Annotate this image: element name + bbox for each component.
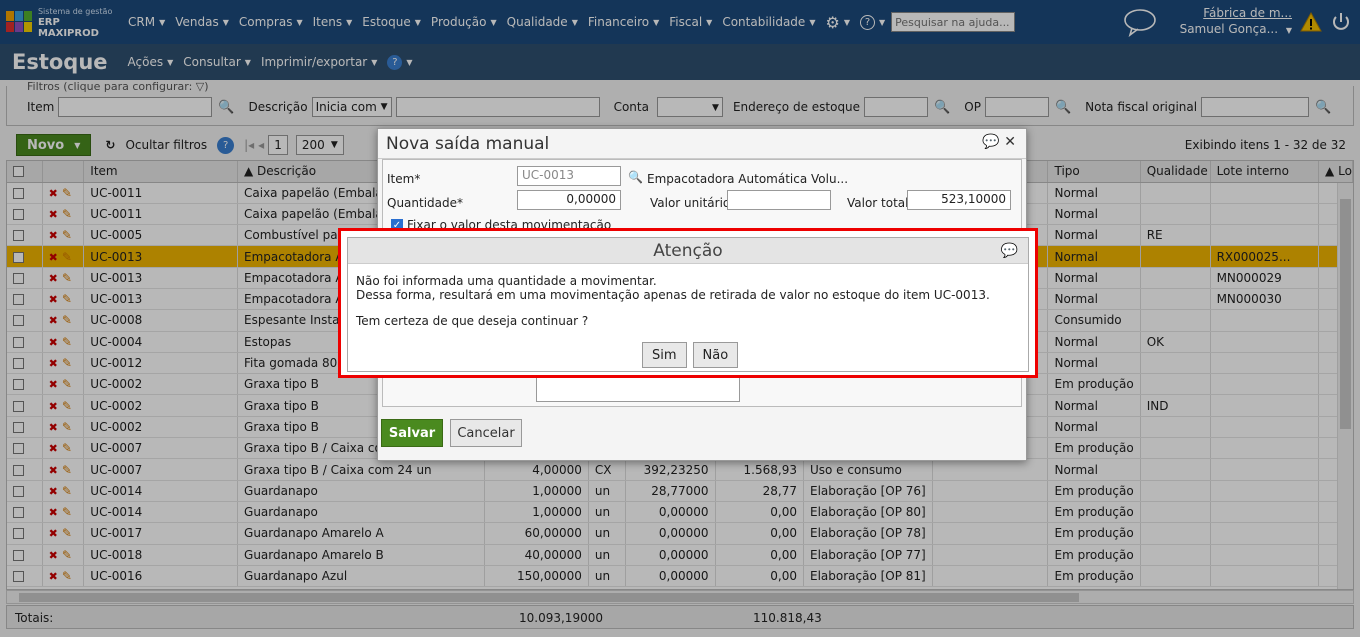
search-icon[interactable]: 🔍 xyxy=(628,170,643,184)
close-icon[interactable]: ✕ xyxy=(1004,134,1016,150)
comment-icon[interactable]: 💬 xyxy=(982,134,999,150)
sim-button[interactable]: Sim xyxy=(642,342,687,368)
attention-dialog: Atenção 💬 Não foi informada uma quantida… xyxy=(347,237,1029,372)
item-input[interactable]: UC-0013 xyxy=(517,166,621,186)
dialog-title: Nova saída manual xyxy=(386,134,550,154)
quantidade-label: Quantidade* xyxy=(387,196,464,210)
observacao-textarea[interactable] xyxy=(536,374,740,402)
salvar-button[interactable]: Salvar xyxy=(381,419,443,447)
alert-title: Atenção xyxy=(653,241,723,261)
valor-total-label: Valor total xyxy=(847,196,909,210)
cancelar-button[interactable]: Cancelar xyxy=(450,419,522,447)
alert-highlight-frame: Atenção 💬 Não foi informada uma quantida… xyxy=(338,228,1038,378)
item-description: Empacotadora Automática Volu... xyxy=(647,172,849,186)
valor-unitario-input[interactable] xyxy=(727,190,831,210)
alert-message: Não foi informada uma quantidade a movim… xyxy=(356,274,990,302)
valor-unitario-label: Valor unitário xyxy=(650,196,731,210)
valor-total-input[interactable]: 523,10000 xyxy=(907,190,1011,210)
comment-icon[interactable]: 💬 xyxy=(1001,238,1018,264)
quantidade-input[interactable]: 0,00000 xyxy=(517,190,621,210)
nao-button[interactable]: Não xyxy=(692,342,739,368)
item-label: Item* xyxy=(387,172,421,186)
alert-question: Tem certeza de que deseja continuar ? xyxy=(356,314,589,328)
